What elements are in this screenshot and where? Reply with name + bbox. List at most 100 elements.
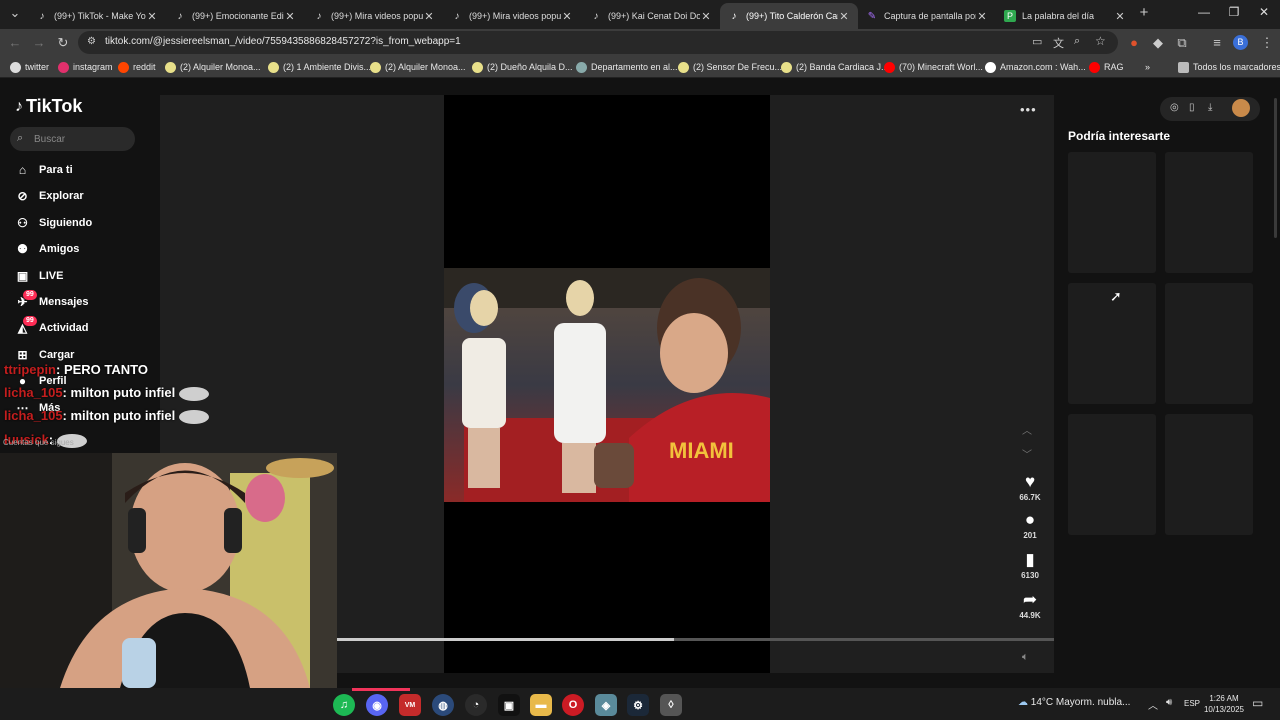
discord-icon[interactable]: ◉ xyxy=(366,694,388,716)
nav-item-friends[interactable]: ⚉ Amigos xyxy=(15,239,79,259)
back-icon[interactable]: ← xyxy=(6,34,24,52)
video-frame[interactable]: MIAMI xyxy=(444,268,770,502)
nav-item-messages[interactable]: ✈ 99 Mensajes xyxy=(15,290,89,312)
weather-widget[interactable]: ☁ 14°C Mayorm. nubla... xyxy=(1018,697,1130,708)
bookmark-item[interactable]: (2) Sensor De Frecu... xyxy=(678,60,782,74)
tab-close-icon[interactable]: ✕ xyxy=(976,10,988,23)
translate-icon[interactable]: 文 xyxy=(1053,35,1064,51)
extension-icon[interactable]: ● xyxy=(1125,34,1143,52)
bookmark-star-icon[interactable]: ☆ xyxy=(1095,34,1106,48)
bookmark-item[interactable]: RAG xyxy=(1089,60,1124,74)
spotify-icon[interactable]: ♫ xyxy=(333,694,355,716)
notification-icon[interactable]: ▭ xyxy=(1252,696,1263,710)
bookmark-item[interactable]: reddit xyxy=(118,60,156,74)
tab-close-icon[interactable]: ✕ xyxy=(700,10,712,23)
user-avatar[interactable] xyxy=(1232,99,1250,117)
epic-icon[interactable]: ▣ xyxy=(498,694,520,716)
tab-close-icon[interactable]: ✕ xyxy=(284,10,296,23)
tray-chevron-icon[interactable]: ︿ xyxy=(1148,697,1158,712)
bookmark-item[interactable]: (2) Banda Cardiaca J... xyxy=(781,60,889,74)
suggest-card[interactable] xyxy=(1165,152,1253,273)
browser-tab[interactable]: ✎ Captura de pantalla por L ✕ xyxy=(858,3,996,29)
bookmark-item[interactable]: (70) Minecraft Worl... xyxy=(884,60,983,74)
volume-icon[interactable]: 🔈︎ xyxy=(1022,651,1029,664)
suggest-title: Podría interesarte xyxy=(1068,129,1171,143)
profile-avatar-icon[interactable]: B xyxy=(1233,35,1248,50)
file-explorer-icon[interactable]: ▬ xyxy=(530,694,552,716)
tiktok-icon: ♪ xyxy=(593,10,599,22)
bookmark-item[interactable]: (2) Alquiler Monoa... xyxy=(370,60,466,74)
device-icon[interactable]: ▯ xyxy=(1189,102,1195,113)
minimize-icon[interactable]: — xyxy=(1194,5,1214,19)
zoom-icon[interactable]: ⌕ xyxy=(1074,35,1080,48)
app-icon[interactable]: ◈ xyxy=(595,694,617,716)
browser-tab[interactable]: ♪ (99+) Emocionante Edición✕ xyxy=(166,3,304,29)
cast-icon[interactable]: ▭ xyxy=(1032,35,1042,48)
tab-search-icon[interactable]: ⌄ xyxy=(6,4,24,22)
extensions-puzzle-icon[interactable]: ⧉ xyxy=(1173,34,1191,52)
bookmark-item[interactable]: Departamento en al... xyxy=(576,60,678,74)
browser-tab[interactable]: ♪ (99+) Mira videos popular✕ xyxy=(443,3,581,29)
bookmark-item[interactable]: instagram xyxy=(58,60,113,74)
tab-close-icon[interactable]: ✕ xyxy=(561,10,573,23)
tiktok-logo[interactable]: ♪ TikTok xyxy=(15,96,82,117)
nav-item-compass[interactable]: ⊘ Explorar xyxy=(15,186,83,206)
suggest-card[interactable] xyxy=(1165,283,1253,404)
explore-icon[interactable]: ◎ xyxy=(1170,102,1179,113)
save-action[interactable]: ▮ 6130 xyxy=(1012,550,1048,580)
bookmark-item[interactable]: Amazon.com : Wah... xyxy=(985,60,1086,74)
shield-icon[interactable]: ◊ xyxy=(660,694,682,716)
bookmark-item[interactable]: twitter xyxy=(10,60,49,74)
extension-2-icon[interactable]: ◆ xyxy=(1149,34,1167,52)
suggest-card[interactable] xyxy=(1068,414,1156,535)
obs-icon[interactable]: ◔ xyxy=(465,694,487,716)
menu-kebab-icon[interactable]: ⋮ xyxy=(1258,34,1276,52)
tab-close-icon[interactable]: ✕ xyxy=(838,10,850,23)
clock[interactable]: 1:26 AM 10/13/2025 xyxy=(1203,693,1245,715)
close-window-icon[interactable]: ✕ xyxy=(1254,5,1274,19)
bookmark-item[interactable]: (2) Alquiler Monoa... xyxy=(165,60,261,74)
url-text[interactable]: tiktok.com/@jessiereelsman_/video/755943… xyxy=(105,36,461,47)
opera-icon[interactable]: O xyxy=(562,694,584,716)
chrome-icon[interactable]: ◍ xyxy=(432,694,454,716)
prev-video-icon[interactable]: ︿ xyxy=(1022,422,1032,437)
search-input[interactable] xyxy=(34,131,129,147)
reload-icon[interactable]: ↻ xyxy=(54,34,72,52)
like-action[interactable]: ♥ 66.7K xyxy=(1012,472,1048,502)
browser-tab[interactable]: ♪ (99+) TikTok - Make Your ✕ xyxy=(28,3,166,29)
language-indicator[interactable]: ESP xyxy=(1184,699,1200,708)
suggest-card[interactable] xyxy=(1068,152,1156,273)
nav-item-following[interactable]: ⚇ Siguiendo xyxy=(15,213,92,233)
speaker-icon[interactable]: 🔊︎ xyxy=(1166,697,1172,708)
browser-tab[interactable]: ♪ (99+) Mira videos popular✕ xyxy=(305,3,443,29)
share-action[interactable]: ➦ 44.9K xyxy=(1012,590,1048,620)
all-bookmarks[interactable]: Todos los marcadores xyxy=(1178,60,1280,74)
bookmarks-overflow-icon[interactable]: » xyxy=(1145,60,1150,74)
nav-item-activity[interactable]: ◭ 99 Actividad xyxy=(15,316,89,338)
next-video-icon[interactable]: ﹀ xyxy=(1022,446,1032,461)
bookmark-item[interactable]: (2) 1 Ambiente Divis... xyxy=(268,60,371,74)
download-icon[interactable]: ⤓ xyxy=(1208,102,1212,113)
nav-item-home[interactable]: ⌂ Para ti xyxy=(15,160,73,180)
bookmark-item[interactable]: (2) Dueño Alquila D... xyxy=(472,60,573,74)
browser-tab[interactable]: ♪ (99+) Kai Cenat Doi Doi D✕ xyxy=(582,3,720,29)
more-options-icon[interactable]: ••• xyxy=(1020,102,1037,117)
tab-close-icon[interactable]: ✕ xyxy=(423,10,435,23)
browser-tab[interactable]: P La palabra del día ✕ xyxy=(996,3,1134,29)
tab-close-icon[interactable]: ✕ xyxy=(146,10,158,23)
tab-list-icon[interactable]: ≡ xyxy=(1208,34,1226,52)
steam-icon[interactable]: ⚙ xyxy=(627,694,649,716)
forward-icon[interactable]: → xyxy=(30,34,48,52)
browser-tab[interactable]: ♪ (99+) Tito Calderón Canta✕ xyxy=(720,3,858,29)
address-bar[interactable]: ⚙ tiktok.com/@jessiereelsman_/video/7559… xyxy=(78,31,1118,54)
new-tab-icon[interactable]: + xyxy=(1135,4,1153,22)
tab-close-icon[interactable]: ✕ xyxy=(1114,10,1126,23)
restore-icon[interactable]: ❐ xyxy=(1224,5,1244,19)
suggest-card[interactable] xyxy=(1165,414,1253,535)
comment-action[interactable]: ● 201 xyxy=(1012,510,1048,540)
search-box[interactable]: ⌕ xyxy=(10,127,135,151)
nav-item-live[interactable]: ▣ LIVE xyxy=(15,266,64,286)
scrollbar[interactable] xyxy=(1274,98,1277,238)
voicemeeter-icon[interactable]: VM xyxy=(399,694,421,716)
site-info-icon[interactable]: ⚙ xyxy=(87,36,96,47)
